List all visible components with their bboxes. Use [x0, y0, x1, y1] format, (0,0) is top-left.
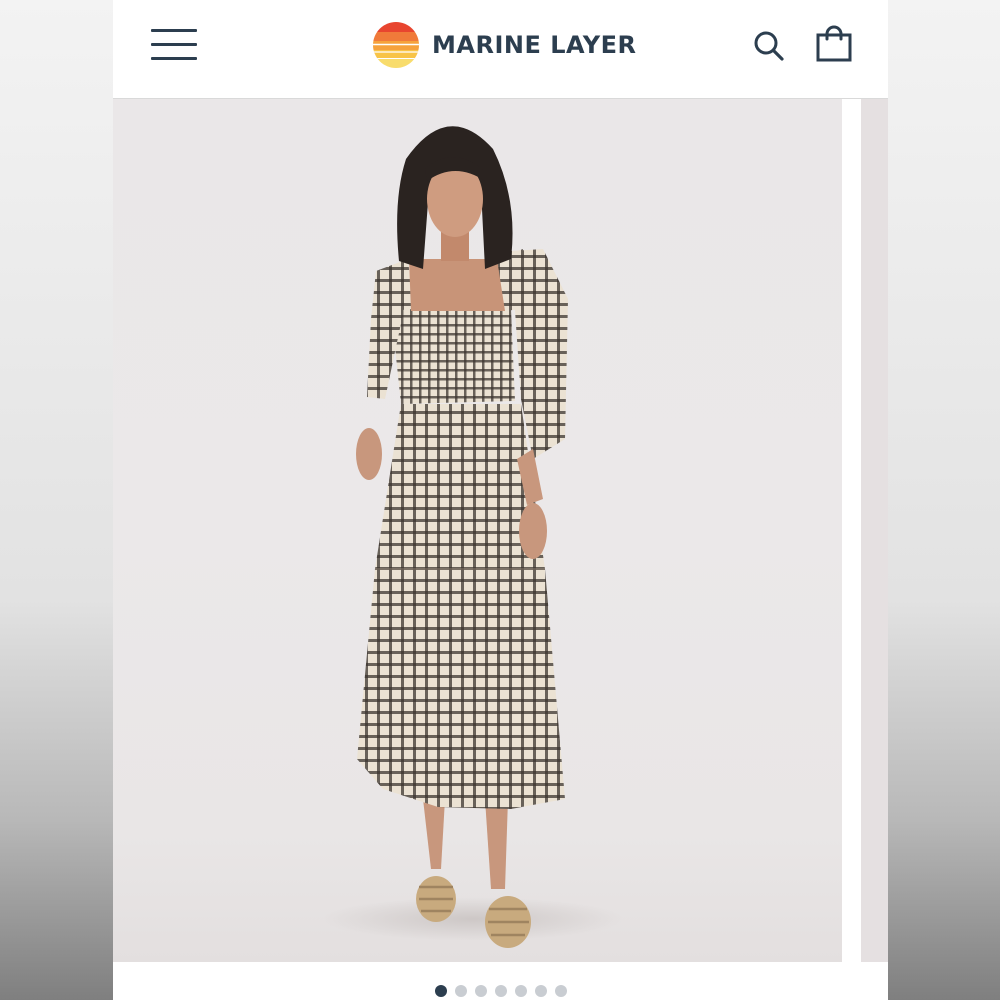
pagination-dot[interactable] [535, 985, 547, 997]
next-product-image-peek[interactable] [861, 99, 888, 962]
pagination-dot[interactable] [475, 985, 487, 997]
hamburger-menu-icon[interactable] [151, 29, 198, 61]
background-blur-left [0, 0, 113, 1000]
sunset-stripes-logo [373, 22, 419, 68]
mobile-page: MARINE LAYER [113, 0, 888, 1000]
shopping-bag-icon[interactable] [815, 25, 853, 63]
pagination-dot-active[interactable] [435, 985, 447, 997]
pagination-dot[interactable] [515, 985, 527, 997]
product-image-gallery[interactable] [113, 99, 888, 962]
gallery-pagination [435, 985, 567, 997]
pagination-dot[interactable] [555, 985, 567, 997]
background-blur-right [888, 0, 1000, 1000]
pagination-dot[interactable] [455, 985, 467, 997]
search-icon[interactable] [753, 30, 785, 62]
brand-home-link[interactable]: MARINE LAYER [373, 21, 637, 69]
pagination-dot[interactable] [495, 985, 507, 997]
product-image[interactable] [113, 99, 842, 962]
model-in-gingham-dress-image [323, 126, 623, 948]
brand-name: MARINE LAYER [432, 31, 637, 59]
site-header: MARINE LAYER [113, 0, 888, 99]
